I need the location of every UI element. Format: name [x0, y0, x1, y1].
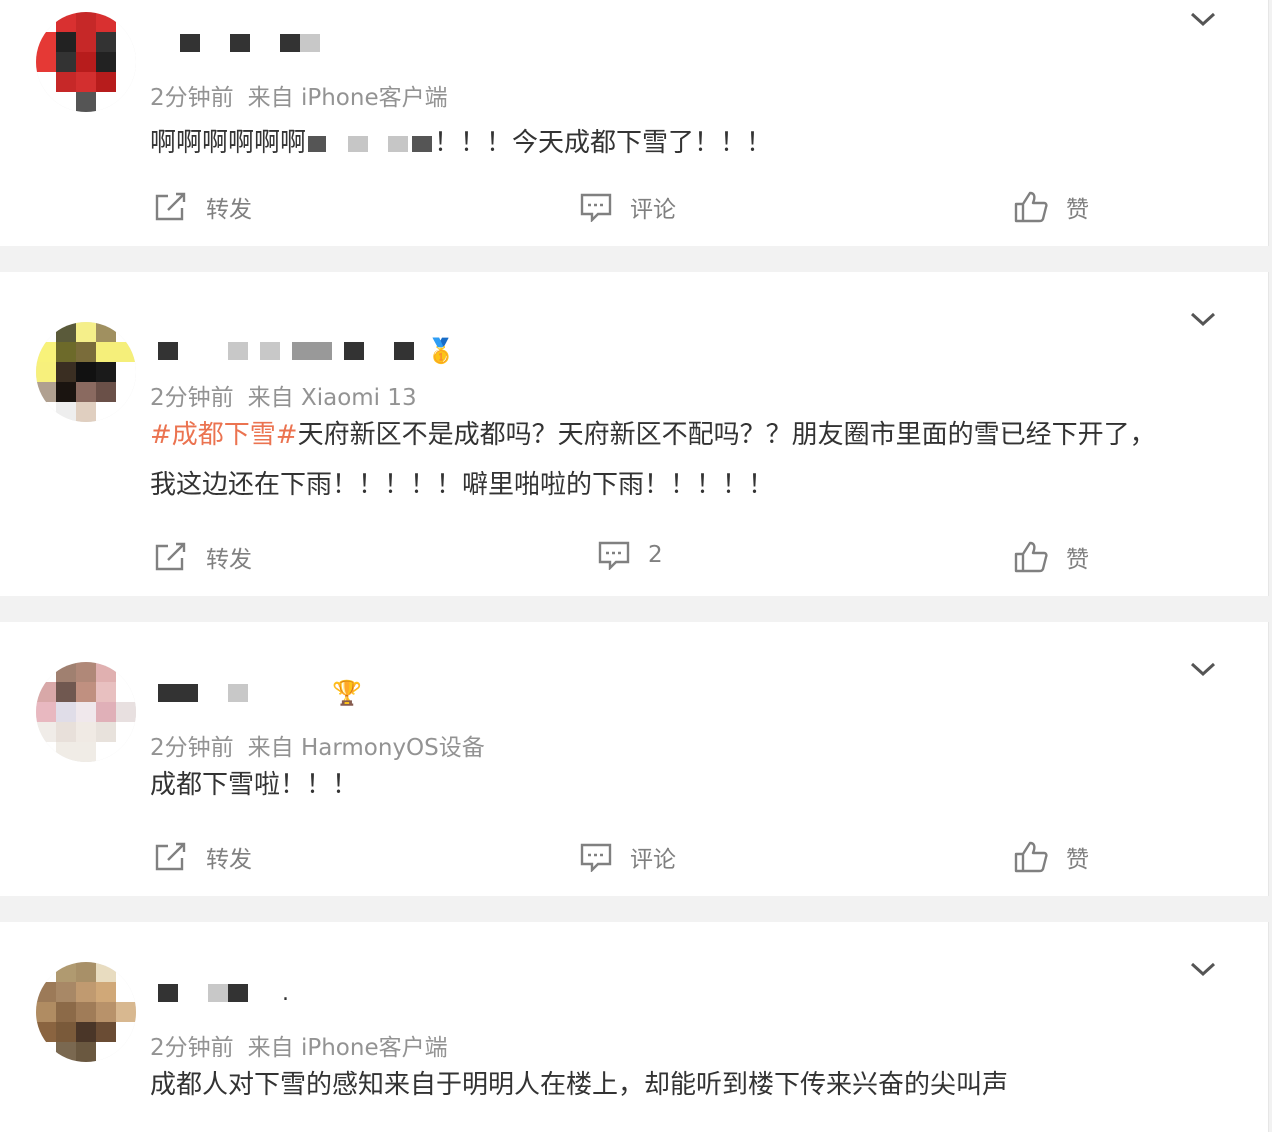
post-meta: 2分钟前 来自 iPhone客户端	[150, 78, 448, 112]
repost-label: 转发	[206, 197, 252, 223]
user-name-masked[interactable]: 🏆	[158, 678, 362, 708]
repost-button[interactable]: 转发	[154, 840, 252, 874]
masked-text	[308, 135, 327, 152]
repost-label: 转发	[206, 547, 252, 573]
repost-icon	[155, 842, 186, 871]
topic-link[interactable]: #成都下雪#	[150, 420, 298, 450]
avatar[interactable]	[36, 662, 136, 762]
post-source: 来自 iPhone客户端	[247, 1035, 448, 1061]
like-icon	[1014, 541, 1048, 573]
avatar[interactable]	[36, 962, 136, 1062]
name-dot: .	[282, 980, 289, 1006]
chevron-down-icon[interactable]	[1190, 10, 1216, 28]
user-name-masked[interactable]: .	[158, 978, 289, 1008]
chevron-down-icon[interactable]	[1190, 310, 1216, 328]
post-text-line: #成都下雪#天府新区不是成都吗？天府新区不配吗？？朋友圈市里面的雪已经下开了，	[150, 410, 1230, 460]
masked-text	[388, 135, 409, 152]
like-icon	[1014, 191, 1048, 223]
level-badge: 🏆	[332, 679, 362, 707]
comment-button[interactable]: 评论	[580, 840, 676, 874]
like-label: 赞	[1066, 847, 1089, 873]
post-text-part: ！！！今天成都下雪了！！！	[434, 128, 773, 158]
feed-card: 🥇 2分钟前 来自 Xiaomi 13 #成都下雪#天府新区不是成都吗？天府新区不…	[0, 272, 1269, 596]
repost-label: 转发	[206, 847, 252, 873]
post-source: 来自 Xiaomi 13	[247, 385, 417, 411]
like-label: 赞	[1066, 547, 1089, 573]
post-text: #成都下雪#天府新区不是成都吗？天府新区不配吗？？朋友圈市里面的雪已经下开了， …	[150, 410, 1230, 510]
comment-icon	[580, 193, 612, 222]
repost-icon	[155, 542, 186, 571]
chevron-down-icon[interactable]	[1190, 960, 1216, 978]
feed-card: 🏆 2分钟前 来自 HarmonyOS设备 成都下雪啦！！！ 转发 评论 赞	[0, 622, 1269, 896]
comment-label: 评论	[630, 197, 676, 223]
post-text-part: 啊啊啊啊啊啊	[150, 128, 307, 158]
avatar[interactable]	[36, 12, 136, 112]
comment-label: 评论	[630, 847, 676, 873]
post-time: 2分钟前	[150, 735, 234, 761]
repost-button[interactable]: 转发	[154, 540, 252, 574]
post-meta: 2分钟前 来自 HarmonyOS设备	[150, 728, 485, 762]
feed-card: 2分钟前 来自 iPhone客户端 啊啊啊啊啊啊 ！！！今天成都下雪了！！！ 转发 …	[0, 0, 1269, 246]
post-text: 成都下雪啦！！！	[150, 770, 359, 800]
comment-button[interactable]: 2	[598, 540, 663, 570]
feed-card: . 2分钟前 来自 iPhone客户端 成都人对下雪的感知来自于明明人在楼上，却能…	[0, 922, 1269, 1132]
masked-text	[412, 135, 433, 152]
post-time: 2分钟前	[150, 385, 234, 411]
comment-icon	[580, 843, 612, 872]
post-text: 成都人对下雪的感知来自于明明人在楼上，却能听到楼下传来兴奋的尖叫声	[150, 1070, 1009, 1100]
post-text-part: 天府新区不是成都吗？天府新区不配吗？？朋友圈市里面的雪已经下开了，	[297, 420, 1156, 450]
post-text: 啊啊啊啊啊啊 ！！！今天成都下雪了！！！	[150, 118, 1230, 168]
post-text-line: 我这边还在下雨！！！！！噼里啪啦的下雨！！！！！	[150, 470, 775, 500]
user-name-masked[interactable]: 🥇	[158, 336, 456, 366]
like-button[interactable]: 赞	[1014, 540, 1089, 574]
like-icon	[1014, 841, 1048, 873]
post-time: 2分钟前	[150, 85, 234, 111]
action-bar: 转发 评论 赞	[0, 840, 1268, 880]
like-button[interactable]: 赞	[1014, 190, 1089, 224]
comment-icon	[598, 541, 630, 570]
repost-icon	[155, 192, 186, 221]
avatar[interactable]	[36, 322, 136, 422]
comment-count: 2	[648, 542, 663, 568]
post-source: 来自 iPhone客户端	[247, 85, 448, 111]
like-button[interactable]: 赞	[1014, 840, 1089, 874]
action-bar: 转发 评论 赞	[0, 190, 1268, 230]
masked-text	[348, 135, 369, 152]
level-badge: 🥇	[426, 337, 456, 365]
post-source: 来自 HarmonyOS设备	[247, 735, 485, 761]
repost-button[interactable]: 转发	[154, 190, 252, 224]
post-time: 2分钟前	[150, 1035, 234, 1061]
like-label: 赞	[1066, 197, 1089, 223]
comment-button[interactable]: 评论	[580, 190, 676, 224]
action-bar: 转发 2 赞	[0, 540, 1268, 580]
post-meta: 2分钟前 来自 Xiaomi 13	[150, 378, 417, 412]
user-name-masked[interactable]	[158, 28, 320, 58]
chevron-down-icon[interactable]	[1190, 660, 1216, 678]
post-meta: 2分钟前 来自 iPhone客户端	[150, 1028, 448, 1062]
